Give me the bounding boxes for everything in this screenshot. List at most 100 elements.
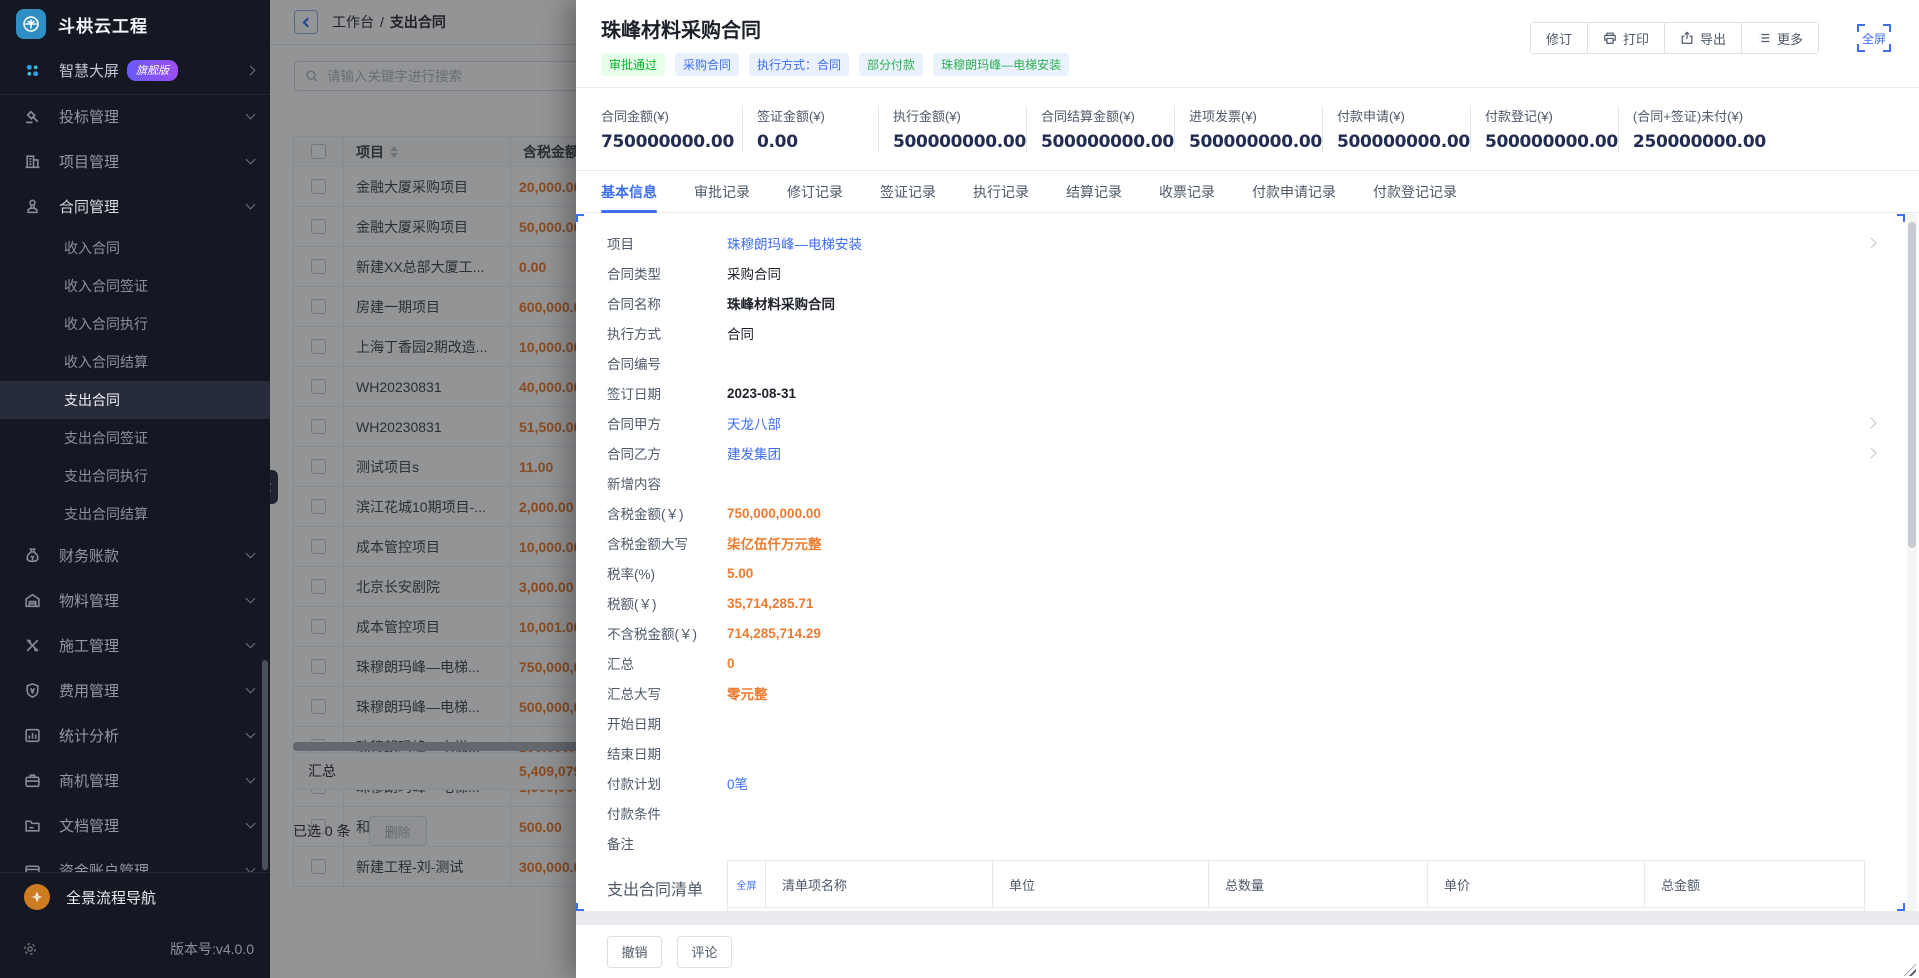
chevron-down-icon (246, 639, 256, 649)
expense-contract-item-list: 支出合同清单 全屏 清单项名称 单位 总数量 单价 总金额 (607, 860, 1905, 911)
gavel-icon (24, 108, 41, 125)
sidebar-item-finance[interactable]: 财务账款 (0, 533, 270, 578)
drawer-footer-gap (576, 911, 1919, 925)
tab-revision-records[interactable]: 修订记录 (787, 171, 843, 213)
chevron-down-icon (246, 155, 256, 165)
field-party-a: 合同甲方 天龙八部 (607, 408, 1905, 438)
field-payment-terms: 付款条件 (607, 798, 1905, 828)
field-new-content: 新增内容 (607, 468, 1905, 498)
sidebar-item-expense-settle[interactable]: 支出合同结算 (0, 495, 270, 533)
contract-detail-drawer: 珠峰材料采购合同 审批通过 采购合同 执行方式：合同 部分付款 珠穆朗玛峰—电梯… (576, 0, 1919, 978)
building-icon (24, 153, 41, 170)
tab-payment-request-records[interactable]: 付款申请记录 (1252, 171, 1336, 213)
chevron-down-icon (246, 864, 256, 872)
sidebar-item-expense-exec[interactable]: 支出合同执行 (0, 457, 270, 495)
status-badge: 审批通过 (601, 53, 665, 76)
sidebar-item-documents[interactable]: 文档管理 (0, 803, 270, 848)
tab-settlement-records[interactable]: 结算记录 (1066, 171, 1122, 213)
field-party-b: 合同乙方 建发集团 (607, 438, 1905, 468)
tab-execution-records[interactable]: 执行记录 (973, 171, 1029, 213)
sidebar-item-income-exec[interactable]: 收入合同执行 (0, 305, 270, 343)
sidebar-item-label: 智慧大屏 (59, 60, 119, 81)
field-tax-amount: 税额(￥)35,714,285.71 (607, 588, 1905, 618)
stat-settlement-amount: 合同结算金额(¥)500000000.00 (1026, 106, 1174, 152)
field-total-caps: 汇总大写零元整 (607, 678, 1905, 708)
comment-button[interactable]: 评论 (677, 936, 732, 968)
payment-plan-link[interactable]: 0笔 (727, 773, 748, 793)
field-remarks: 备注 (607, 828, 1905, 858)
sidebar-item-projects[interactable]: 项目管理 (0, 139, 270, 184)
sidebar-item-dashboard[interactable]: 智慧大屏 旗舰版 (0, 48, 270, 92)
sidebar-item-expense-contract[interactable]: 支出合同 (0, 381, 270, 419)
chevron-right-icon[interactable] (1865, 447, 1876, 458)
more-button[interactable]: 更多 (1742, 23, 1818, 53)
sidebar-scrollbar[interactable] (262, 660, 268, 870)
warehouse-icon (24, 592, 41, 609)
payment-status-badge: 部分付款 (859, 53, 923, 76)
chevron-right-icon[interactable] (1865, 417, 1876, 428)
contract-type-badge: 采购合同 (675, 53, 739, 76)
field-payment-plan: 付款计划 0笔 (607, 768, 1905, 798)
sidebar-item-bidding[interactable]: 投标管理 (0, 94, 270, 139)
field-contract-name: 合同名称珠峰材料采购合同 (607, 288, 1905, 318)
tab-invoice-records[interactable]: 收票记录 (1159, 171, 1215, 213)
app-title: 斗栱云工程 (58, 12, 148, 37)
sidebar-item-contracts[interactable]: 合同管理 (0, 184, 270, 229)
field-tax-included-amount-caps: 含税金额大写柒亿伍仟万元整 (607, 528, 1905, 558)
basic-info-form: 项目 珠穆朗玛峰—电梯安装 合同类型采购合同 合同名称珠峰材料采购合同 执行方式… (576, 214, 1905, 911)
chevron-right-icon (246, 65, 256, 75)
field-execution-mode: 执行方式合同 (607, 318, 1905, 348)
project-link[interactable]: 珠穆朗玛峰—电梯安装 (727, 233, 862, 253)
party-a-link[interactable]: 天龙八部 (727, 413, 781, 433)
sidebar-item-opportunities[interactable]: 商机管理 (0, 758, 270, 803)
chevron-right-icon[interactable] (1865, 237, 1876, 248)
field-end-date: 结束日期 (607, 738, 1905, 768)
version-row: 版本号:v4.0.0 (0, 921, 270, 977)
column-header-unit: 单位 (993, 861, 1209, 907)
detail-table: 全屏 清单项名称 单位 总数量 单价 总金额 (727, 860, 1865, 911)
sidebar-item-statistics[interactable]: 统计分析 (0, 713, 270, 758)
revise-button[interactable]: 修订 (1531, 23, 1588, 53)
sidebar-item-income-contract[interactable]: 收入合同 (0, 229, 270, 267)
sidebar-item-expenses[interactable]: 费用管理 (0, 668, 270, 713)
chevron-down-icon (246, 549, 256, 559)
sidebar-item-construction[interactable]: 施工管理 (0, 623, 270, 668)
column-header-unit-price: 单价 (1428, 861, 1645, 907)
sidebar-item-funds-account[interactable]: 资金账户管理 (0, 848, 270, 872)
project-badge: 珠穆朗玛峰—电梯安装 (933, 53, 1069, 76)
tab-basic-info[interactable]: 基本信息 (601, 171, 657, 213)
stat-input-invoice: 进项发票(¥)500000000.00 (1174, 106, 1322, 152)
tag-list: 审批通过 采购合同 执行方式：合同 部分付款 珠穆朗玛峰—电梯安装 (601, 53, 1895, 76)
sidebar-item-income-visa[interactable]: 收入合同签证 (0, 267, 270, 305)
detail-tabs: 基本信息 审批记录 修订记录 签证记录 执行记录 结算记录 收票记录 付款申请记… (576, 171, 1919, 213)
tab-approval-records[interactable]: 审批记录 (694, 171, 750, 213)
smart-screen-icon (24, 62, 41, 79)
party-b-link[interactable]: 建发集团 (727, 443, 781, 463)
tab-visa-records[interactable]: 签证记录 (880, 171, 936, 213)
amount-summary-strip: 合同金额(¥)750000000.00 签证金额(¥)0.00 执行金额(¥)5… (576, 88, 1919, 171)
app-root: 斗栱云工程 智慧大屏 旗舰版 投标管理 项目管理 (0, 0, 1919, 978)
stat-payment-request: 付款申请(¥)500000000.00 (1322, 106, 1470, 152)
print-button[interactable]: 打印 (1588, 23, 1665, 53)
field-start-date: 开始日期 (607, 708, 1905, 738)
app-logo-icon (16, 9, 46, 39)
drawer-scrollbar[interactable] (1908, 222, 1916, 548)
tab-payment-register-records[interactable]: 付款登记记录 (1373, 171, 1457, 213)
stat-contract-amount: 合同金额(¥)750000000.00 (601, 106, 742, 152)
sidebar-item-materials[interactable]: 物料管理 (0, 578, 270, 623)
sidebar-footer: 全景流程导航 版本号:v4.0.0 (0, 872, 270, 978)
sidebar-item-income-settle[interactable]: 收入合同结算 (0, 343, 270, 381)
gear-icon[interactable] (22, 941, 38, 957)
fullscreen-button[interactable]: 全屏 (1857, 24, 1891, 52)
sidebar-item-expense-visa[interactable]: 支出合同签证 (0, 419, 270, 457)
export-button[interactable]: 导出 (1665, 23, 1742, 53)
execution-mode-badge: 执行方式：合同 (749, 53, 849, 76)
printer-icon (1603, 31, 1617, 45)
table-fullscreen-button[interactable]: 全屏 (734, 872, 760, 896)
column-header-total-qty: 总数量 (1209, 861, 1428, 907)
field-project: 项目 珠穆朗玛峰—电梯安装 (607, 228, 1905, 258)
panorama-nav-item[interactable]: 全景流程导航 (0, 873, 270, 921)
panorama-nav-label: 全景流程导航 (66, 887, 156, 908)
logo: 斗栱云工程 (0, 0, 270, 48)
revoke-button[interactable]: 撤销 (607, 936, 662, 968)
